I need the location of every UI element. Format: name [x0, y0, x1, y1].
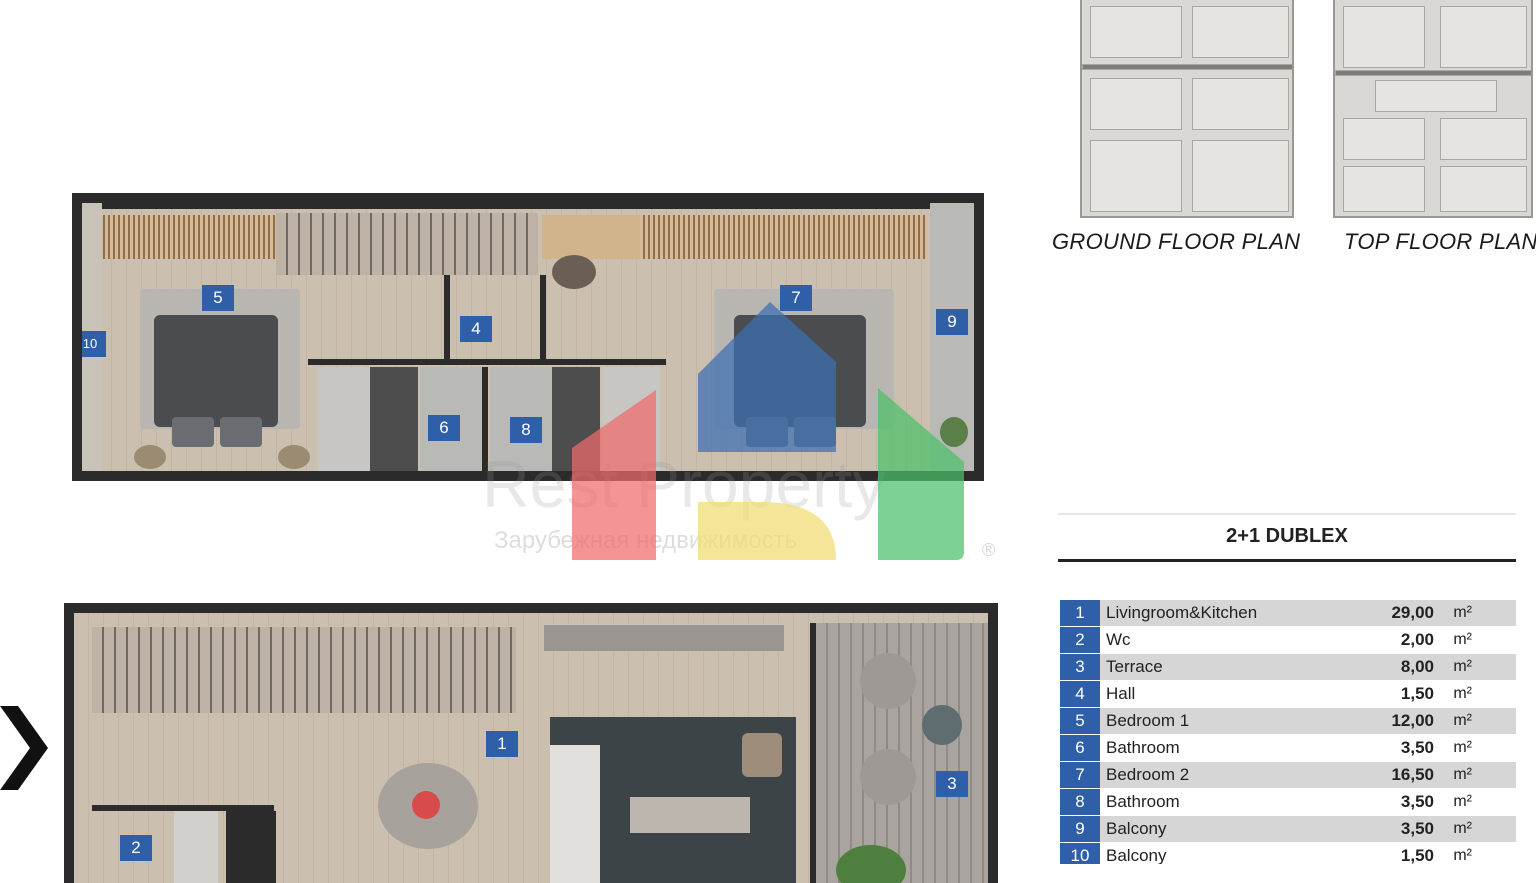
chevron-right-icon[interactable] [0, 706, 50, 790]
area-unit: m² [1453, 712, 1472, 729]
room-area: 16,50 [1391, 765, 1434, 784]
row-number: 3 [1060, 654, 1100, 680]
row-number: 4 [1060, 681, 1100, 707]
area-unit: m² [1453, 631, 1472, 648]
room-area: 1,50 [1400, 846, 1434, 864]
room-name: Balcony [1106, 846, 1167, 864]
area-unit: m² [1453, 847, 1472, 864]
room-marker: 3 [936, 771, 968, 797]
row-number: 5 [1060, 708, 1100, 734]
table-row: 1 Livingroom&Kitchen 29,00 m² [1060, 600, 1516, 626]
watermark-logo [572, 302, 964, 560]
room-name: Balcony [1106, 819, 1167, 838]
table-row: 8 Bathroom 3,50 m² [1060, 789, 1516, 815]
room-name: Bedroom 1 [1106, 711, 1190, 730]
area-unit: m² [1453, 658, 1472, 675]
area-unit: m² [1453, 793, 1472, 810]
room-area: 29,00 [1391, 603, 1434, 622]
row-number: 8 [1060, 789, 1100, 815]
room-name: Wc [1106, 630, 1131, 649]
row-number: 9 [1060, 816, 1100, 842]
table-row: 3 Terrace 8,00 m² [1060, 654, 1516, 680]
row-number: 7 [1060, 762, 1100, 788]
table-row: 2 Wc 2,00 m² [1060, 627, 1516, 653]
room-marker: 5 [202, 285, 234, 311]
top-floor-caption: TOP FLOOR PLAN [1344, 229, 1536, 254]
area-unit: m² [1453, 766, 1472, 783]
ground-floor-plan: 1 2 3 [64, 603, 998, 883]
area-table-title: 2+1 DUBLEX [1226, 525, 1348, 547]
room-marker: 2 [120, 835, 152, 861]
room-marker: 10 [82, 331, 106, 357]
table-row: 10 Balcony 1,50 m² [1060, 843, 1516, 864]
ground-floor-caption: GROUND FLOOR PLAN [1052, 229, 1301, 254]
room-name: Livingroom&Kitchen [1106, 603, 1258, 622]
area-unit: m² [1453, 685, 1472, 702]
table-row: 7 Bedroom 2 16,50 m² [1060, 762, 1516, 788]
room-area: 1,50 [1400, 684, 1434, 703]
room-marker: 1 [486, 731, 518, 757]
area-unit: m² [1453, 604, 1472, 621]
row-number: 2 [1060, 627, 1100, 653]
table-row: 6 Bathroom 3,50 m² [1060, 735, 1516, 761]
watermark-reg-mark: ® [982, 540, 996, 560]
table-row: 9 Balcony 3,50 m² [1060, 816, 1516, 842]
room-name: Bedroom 2 [1106, 765, 1190, 784]
room-area: 12,00 [1391, 711, 1434, 730]
row-number: 10 [1060, 843, 1100, 864]
room-marker: 4 [460, 316, 492, 342]
room-name: Terrace [1106, 657, 1163, 676]
room-marker: 8 [510, 417, 542, 443]
area-table-header: 2+1 DUBLEX [1058, 513, 1516, 562]
room-area: 8,00 [1400, 657, 1434, 676]
table-row: 5 Bedroom 1 12,00 m² [1060, 708, 1516, 734]
area-unit: m² [1453, 820, 1472, 837]
room-name: Bathroom [1106, 738, 1180, 757]
table-row: 4 Hall 1,50 m² [1060, 681, 1516, 707]
row-number: 1 [1060, 600, 1100, 626]
room-area: 2,00 [1400, 630, 1434, 649]
room-marker: 6 [428, 415, 460, 441]
room-area: 3,50 [1400, 792, 1434, 811]
top-floor-thumbnail [1333, 0, 1533, 218]
room-area: 3,50 [1400, 738, 1434, 757]
room-name: Bathroom [1106, 792, 1180, 811]
area-unit: m² [1453, 739, 1472, 756]
ground-floor-thumbnail [1080, 0, 1294, 218]
room-area: 3,50 [1400, 819, 1434, 838]
room-name: Hall [1106, 684, 1136, 703]
row-number: 6 [1060, 735, 1100, 761]
